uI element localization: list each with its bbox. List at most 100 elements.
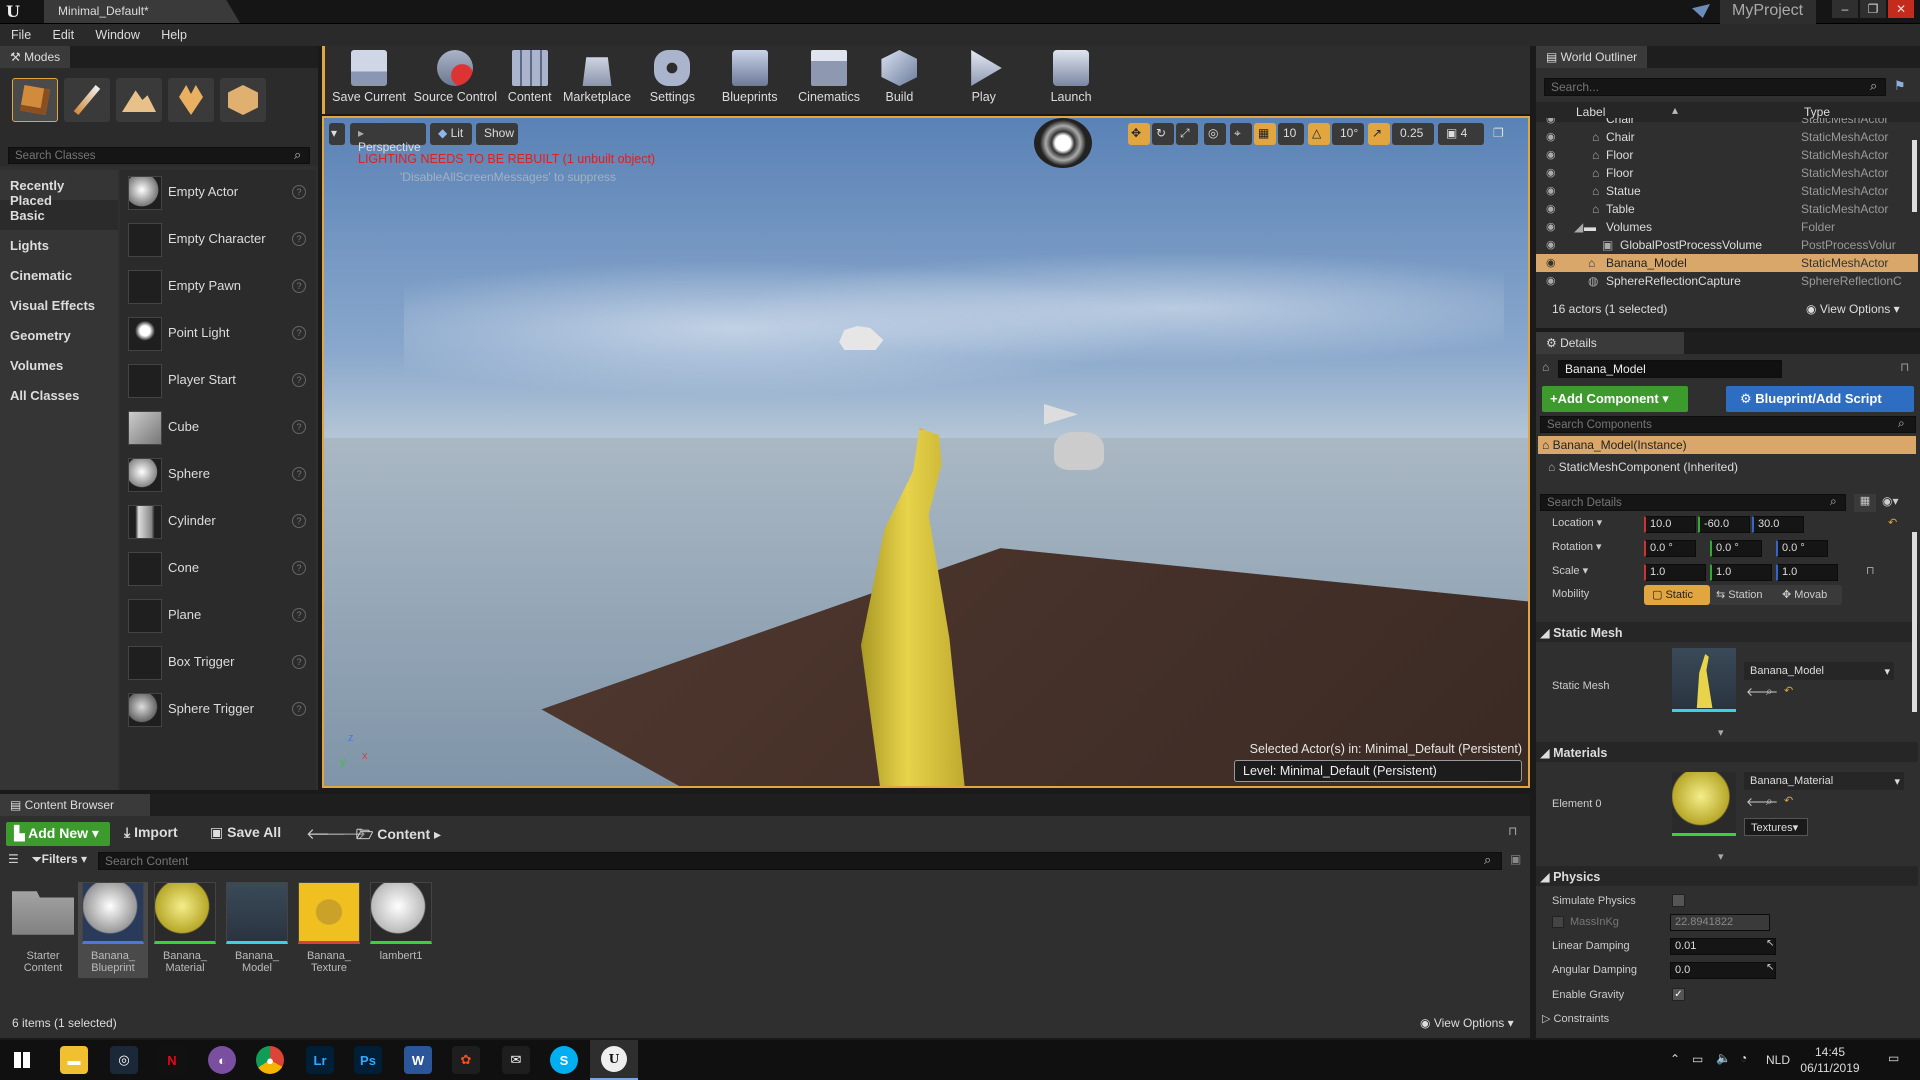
- outliner-row-selected[interactable]: ◉ ⌂ Banana_Model StaticMeshActor: [1536, 254, 1918, 272]
- location-y[interactable]: -60.0: [1698, 516, 1750, 533]
- class-sphere-trigger[interactable]: Sphere Trigger?: [120, 687, 320, 731]
- place-mode-button[interactable]: [12, 78, 58, 122]
- maximize-button[interactable]: ❐: [1860, 0, 1886, 18]
- asset-tile[interactable]: lambert1: [366, 882, 436, 962]
- help-icon[interactable]: ?: [292, 702, 306, 716]
- browse-search-icon[interactable]: ⌕: [1766, 794, 1773, 809]
- scale-snap-value[interactable]: 0.25: [1392, 123, 1434, 145]
- mobility-stationary-button[interactable]: ⇆ Station: [1710, 585, 1776, 605]
- scale-snap-toggle[interactable]: ↗: [1368, 123, 1390, 145]
- cinematics-button[interactable]: Cinematics: [791, 46, 867, 112]
- camera-speed-button[interactable]: ▣ 4: [1438, 123, 1484, 145]
- class-cube[interactable]: Cube?: [120, 405, 320, 449]
- outliner-view-options[interactable]: ◉ View Options ▾: [1806, 302, 1900, 316]
- show-button[interactable]: Show: [476, 123, 518, 145]
- notifications-icon[interactable]: ▭: [1888, 1051, 1899, 1065]
- static-mesh-thumbnail[interactable]: [1672, 648, 1736, 712]
- content-button[interactable]: Content: [502, 46, 558, 112]
- scale-y[interactable]: 1.0: [1710, 564, 1772, 581]
- netflix-icon[interactable]: N: [158, 1046, 186, 1074]
- source-control-icon[interactable]: [1692, 4, 1710, 18]
- visibility-filter-icon[interactable]: ◉▾: [1882, 494, 1899, 508]
- minimize-button[interactable]: –: [1832, 0, 1858, 18]
- grid-snap-toggle[interactable]: ▦: [1254, 123, 1276, 145]
- class-cone[interactable]: Cone?: [120, 546, 320, 590]
- add-filter-icon[interactable]: ⚑: [1894, 78, 1906, 94]
- scale-tool[interactable]: ⤢: [1176, 123, 1198, 145]
- eye-icon[interactable]: ◉: [1546, 118, 1556, 125]
- source-control-button[interactable]: Source Control: [412, 46, 498, 112]
- help-icon[interactable]: ?: [292, 373, 306, 387]
- scale-z[interactable]: 1.0: [1776, 564, 1838, 581]
- help-icon[interactable]: ?: [292, 185, 306, 199]
- translate-tool[interactable]: ✥: [1128, 123, 1150, 145]
- sources-panel-icon[interactable]: ☰: [8, 852, 19, 866]
- search-details-input[interactable]: [1540, 494, 1846, 511]
- category-geometry[interactable]: Geometry: [0, 320, 118, 350]
- asset-tile-folder[interactable]: Starter Content: [8, 882, 78, 974]
- class-cylinder[interactable]: Cylinder?: [120, 499, 320, 543]
- scale-x[interactable]: 1.0: [1644, 564, 1706, 581]
- static-mesh-dropdown[interactable]: Banana_Model ▾: [1744, 662, 1894, 680]
- save-all-button[interactable]: ▣ Save All: [210, 824, 281, 841]
- search-content-input[interactable]: [98, 852, 1502, 870]
- surface-snap-toggle[interactable]: ⌖: [1230, 123, 1252, 145]
- component-row[interactable]: ⌂ StaticMeshComponent (Inherited): [1548, 460, 1738, 474]
- property-matrix-icon[interactable]: ▦: [1854, 494, 1876, 512]
- modes-tab[interactable]: ⚒ Modes: [0, 46, 71, 68]
- reset-icon[interactable]: ↶: [1784, 794, 1793, 807]
- details-scrollbar[interactable]: [1912, 532, 1917, 712]
- help-icon[interactable]: ?: [292, 655, 306, 669]
- class-player-start[interactable]: Player Start?: [120, 358, 320, 402]
- mass-override-checkbox[interactable]: [1552, 916, 1564, 928]
- asset-tile[interactable]: Banana_ Model: [222, 882, 292, 974]
- expand-arrow-icon[interactable]: ◢: [1574, 220, 1583, 234]
- tor-browser-icon[interactable]: ◐: [208, 1046, 236, 1074]
- drag-handle-icon[interactable]: ↖: [1766, 938, 1774, 949]
- tray-network-icon[interactable]: ▭: [1692, 1052, 1703, 1066]
- component-instance-row[interactable]: ⌂ Banana_Model(Instance): [1538, 436, 1916, 454]
- help-icon[interactable]: ?: [292, 467, 306, 481]
- photoshop-icon[interactable]: Ps: [354, 1046, 382, 1074]
- category-all-classes[interactable]: All Classes: [0, 380, 118, 410]
- eye-icon[interactable]: ◉: [1546, 130, 1556, 143]
- mobility-movable-button[interactable]: ✥ Movab: [1776, 585, 1842, 605]
- help-icon[interactable]: ?: [292, 420, 306, 434]
- menu-edit[interactable]: Edit: [44, 24, 84, 46]
- reset-icon[interactable]: ↶: [1888, 516, 1897, 529]
- player-start-flag-icon[interactable]: [1040, 404, 1110, 484]
- drag-handle-icon[interactable]: ↖: [1766, 962, 1774, 973]
- input-language[interactable]: NLD: [1766, 1053, 1790, 1067]
- expand-more-icon[interactable]: ▾: [1718, 850, 1724, 863]
- use-selected-arrow-icon[interactable]: 🡐: [1746, 794, 1778, 809]
- lock-icon[interactable]: ⊓: [1900, 360, 1909, 374]
- class-empty-pawn[interactable]: Empty Pawn?: [120, 264, 320, 308]
- content-browser-tab[interactable]: ▤ Content Browser: [0, 794, 150, 816]
- rotate-tool[interactable]: ↻: [1152, 123, 1174, 145]
- textures-dropdown[interactable]: Textures▾: [1744, 818, 1808, 836]
- outliner-row[interactable]: ◉ Chair StaticMeshActor: [1536, 118, 1918, 128]
- material-dropdown[interactable]: Banana_Material ▾: [1744, 772, 1904, 790]
- outliner-row[interactable]: ◉ ⌂ Floor StaticMeshActor: [1536, 164, 1918, 182]
- category-recently-placed[interactable]: Recently Placed: [0, 170, 118, 208]
- constraints-row[interactable]: ▷ Constraints: [1542, 1012, 1609, 1025]
- add-component-button[interactable]: +Add Component ▾: [1542, 386, 1688, 412]
- steam-icon[interactable]: ◎: [110, 1046, 138, 1074]
- help-icon[interactable]: ?: [292, 561, 306, 575]
- class-point-light[interactable]: Point Light?: [120, 311, 320, 355]
- save-current-button[interactable]: Save Current: [329, 46, 409, 112]
- rotation-x[interactable]: 0.0 °: [1644, 540, 1696, 557]
- browse-search-icon[interactable]: ⌕: [1766, 684, 1773, 699]
- landscape-mode-button[interactable]: [116, 78, 162, 122]
- rotation-z[interactable]: 0.0 °: [1776, 540, 1828, 557]
- blueprints-button[interactable]: Blueprints: [712, 46, 788, 112]
- enable-gravity-checkbox[interactable]: ✓: [1672, 988, 1685, 1001]
- filters-button[interactable]: ⏷Filters ▾: [32, 852, 87, 867]
- unreal-logo-icon[interactable]: U: [6, 2, 26, 22]
- eye-icon[interactable]: ◉: [1546, 148, 1556, 161]
- mail-icon[interactable]: ✉: [502, 1046, 530, 1074]
- unreal-taskbar-button[interactable]: U: [590, 1040, 638, 1080]
- rotation-label[interactable]: Rotation ▾: [1552, 540, 1602, 553]
- outliner-scrollbar[interactable]: [1912, 140, 1917, 212]
- class-empty-actor[interactable]: Empty Actor?: [120, 170, 320, 214]
